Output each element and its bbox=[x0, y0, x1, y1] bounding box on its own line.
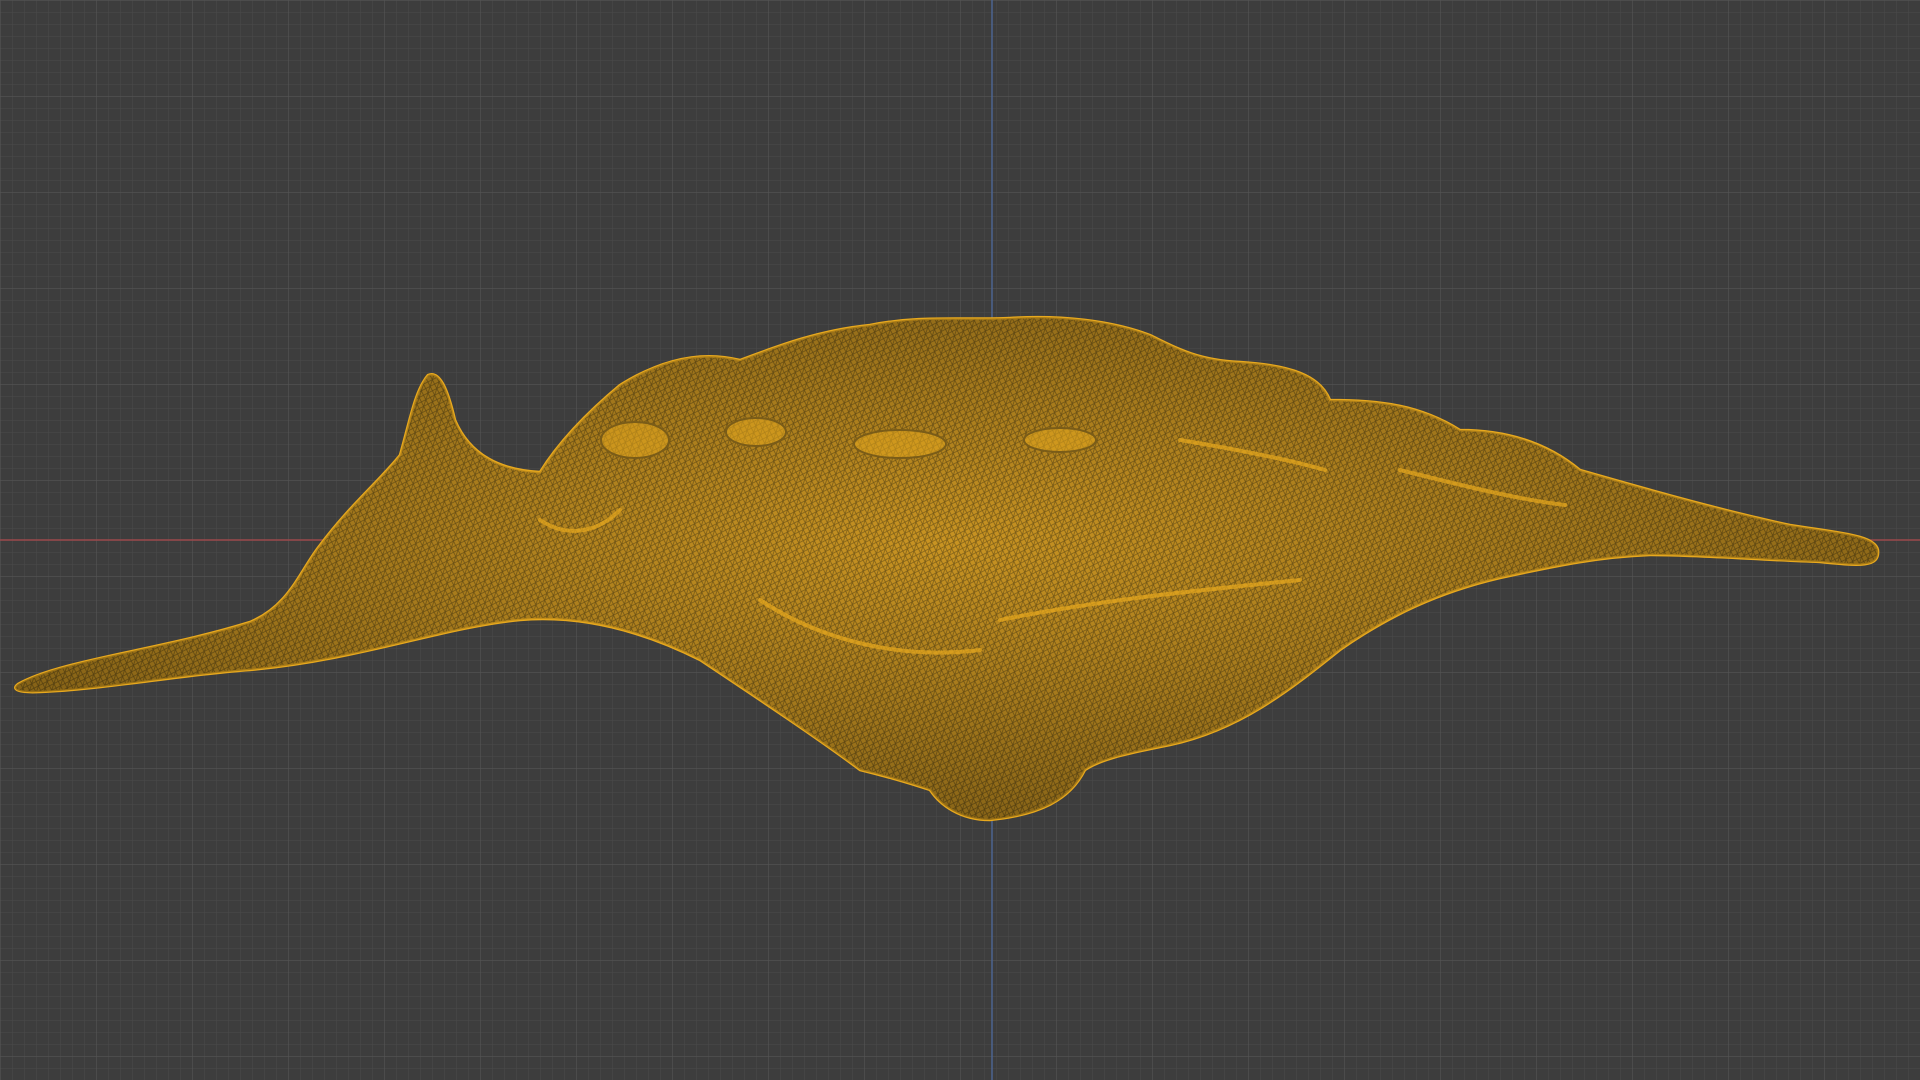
3d-viewport[interactable] bbox=[0, 0, 1920, 1080]
ridge-bump bbox=[1023, 427, 1097, 453]
ridge-bump bbox=[600, 421, 670, 459]
ridge-bump bbox=[853, 429, 947, 459]
ridge-bump bbox=[725, 417, 787, 447]
viewport-canvas[interactable] bbox=[0, 0, 1920, 1080]
